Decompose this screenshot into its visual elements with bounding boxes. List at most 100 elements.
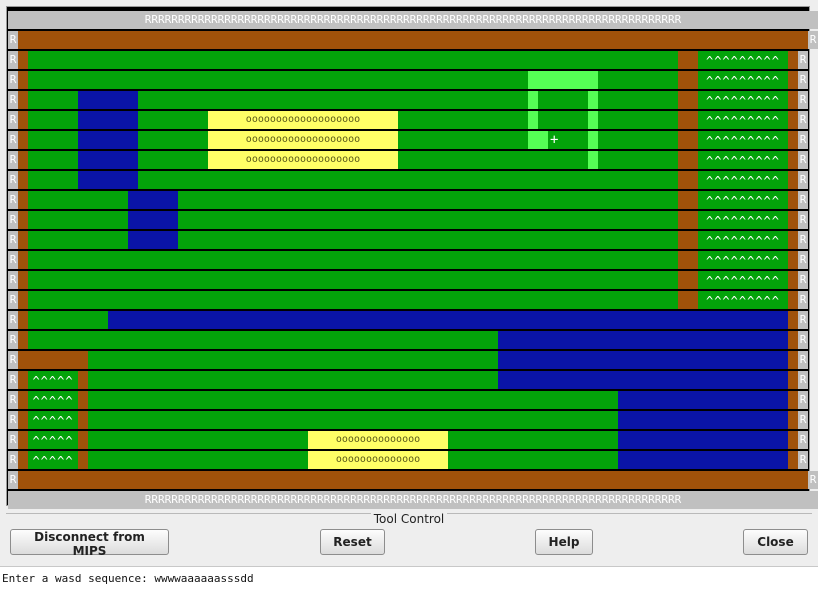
dirt-cell — [678, 171, 698, 189]
grass-cell — [28, 131, 78, 149]
wall-cell: R — [8, 311, 18, 329]
console-output: Enter a wasd sequence: wwwwaaaaaasssdd — [0, 566, 818, 593]
board-cell — [808, 191, 818, 209]
board-cell — [808, 131, 818, 149]
dirt-cell — [678, 191, 698, 209]
dirt-cell — [18, 71, 28, 89]
water-cell — [618, 391, 788, 409]
grass-cell — [88, 391, 618, 409]
grass-cell — [28, 231, 128, 249]
wall-cell: R — [8, 251, 18, 269]
dirt-cell — [18, 51, 28, 69]
wall-cell: R — [8, 411, 18, 429]
wall-cell: R — [798, 451, 808, 469]
dirt-cell — [678, 251, 698, 269]
grass-cell — [88, 371, 498, 389]
coin-cell: ooooooooooooooooooo — [208, 111, 398, 129]
wall-cell: R — [798, 171, 808, 189]
spike-cell: ^^^^^^^^^ — [698, 231, 788, 249]
dirt-cell — [678, 211, 698, 229]
dirt-cell — [788, 311, 798, 329]
wall-cell: R — [798, 271, 808, 289]
wall-cell: R — [798, 391, 808, 409]
dirt-cell — [18, 291, 28, 309]
spike-cell: ^^^^^ — [28, 411, 78, 429]
grass-cell — [138, 111, 208, 129]
dirt-cell — [18, 411, 28, 429]
disconnect-button[interactable]: Disconnect from MIPS — [10, 529, 169, 558]
dirt-cell — [78, 411, 88, 429]
wall-cell: R — [798, 151, 808, 169]
board-cell — [808, 251, 818, 269]
wall-cell: R — [8, 51, 18, 69]
wall-cell: RRRRRRRRRRRRRRRRRRRRRRRRRRRRRRRRRRRRRRRR… — [8, 491, 818, 509]
dirt-cell — [18, 31, 808, 49]
wall-cell: R — [8, 371, 18, 389]
reset-button[interactable]: Reset — [320, 529, 385, 555]
wall-cell: R — [8, 131, 18, 149]
wall-cell: R — [8, 351, 18, 369]
player-marker: + — [550, 132, 559, 148]
dirt-cell — [18, 171, 28, 189]
board-cell — [808, 371, 818, 389]
grass-cell — [28, 211, 128, 229]
grass-cell — [138, 131, 208, 149]
dirt-cell — [18, 471, 808, 489]
dirt-cell — [18, 271, 28, 289]
wall-cell: R — [8, 211, 18, 229]
spike-cell: ^^^^^^^^^ — [698, 51, 788, 69]
wall-cell: R — [8, 191, 18, 209]
grass-cell — [28, 251, 678, 269]
water-cell — [128, 211, 178, 229]
dirt-cell — [788, 171, 798, 189]
wall-cell: R — [8, 171, 18, 189]
water-cell — [498, 351, 788, 369]
board-cell — [808, 111, 818, 129]
wall-cell: R — [798, 211, 808, 229]
grass-cell — [598, 131, 678, 149]
grass-cell — [28, 111, 78, 129]
wall-cell: R — [798, 251, 808, 269]
dirt-cell — [18, 371, 28, 389]
water-cell — [78, 91, 138, 109]
grass-cell — [28, 91, 78, 109]
board-cell — [808, 411, 818, 429]
dirt-cell — [78, 451, 88, 469]
close-button[interactable]: Close — [743, 529, 808, 555]
grass-cell — [178, 211, 678, 229]
board-cell — [808, 391, 818, 409]
grass-cell — [88, 351, 498, 369]
wall-cell: RRRRRRRRRRRRRRRRRRRRRRRRRRRRRRRRRRRRRRRR… — [8, 11, 818, 29]
water-cell — [618, 451, 788, 469]
dirt-cell — [18, 151, 28, 169]
spike-cell: ^^^^^^^^^ — [698, 251, 788, 269]
highlight-cell — [588, 111, 598, 129]
board-cell — [808, 231, 818, 249]
board-cell — [808, 311, 818, 329]
spike-cell: ^^^^^^^^^ — [698, 291, 788, 309]
grass-cell — [88, 451, 308, 469]
spike-cell: ^^^^^ — [28, 371, 78, 389]
dirt-cell — [678, 71, 698, 89]
grass-cell — [598, 151, 678, 169]
grass-cell — [398, 151, 588, 169]
wall-cell: R — [8, 331, 18, 349]
spike-cell: ^^^^^^^^^ — [698, 271, 788, 289]
dirt-cell — [18, 191, 28, 209]
dirt-cell — [788, 151, 798, 169]
water-cell — [108, 311, 788, 329]
help-button[interactable]: Help — [535, 529, 593, 555]
grass-cell — [28, 151, 78, 169]
dirt-cell — [788, 391, 798, 409]
spike-cell: ^^^^^ — [28, 431, 78, 449]
wall-cell: R — [808, 31, 818, 49]
tool-control-panel: Tool Control Disconnect from MIPS Reset … — [6, 512, 812, 564]
coin-cell: oooooooooooooo — [308, 451, 448, 469]
dirt-cell — [18, 391, 28, 409]
dirt-cell — [18, 231, 28, 249]
dirt-cell — [678, 111, 698, 129]
dirt-cell — [788, 231, 798, 249]
grass-cell — [138, 91, 528, 109]
wall-cell: R — [798, 291, 808, 309]
wall-cell: R — [8, 231, 18, 249]
